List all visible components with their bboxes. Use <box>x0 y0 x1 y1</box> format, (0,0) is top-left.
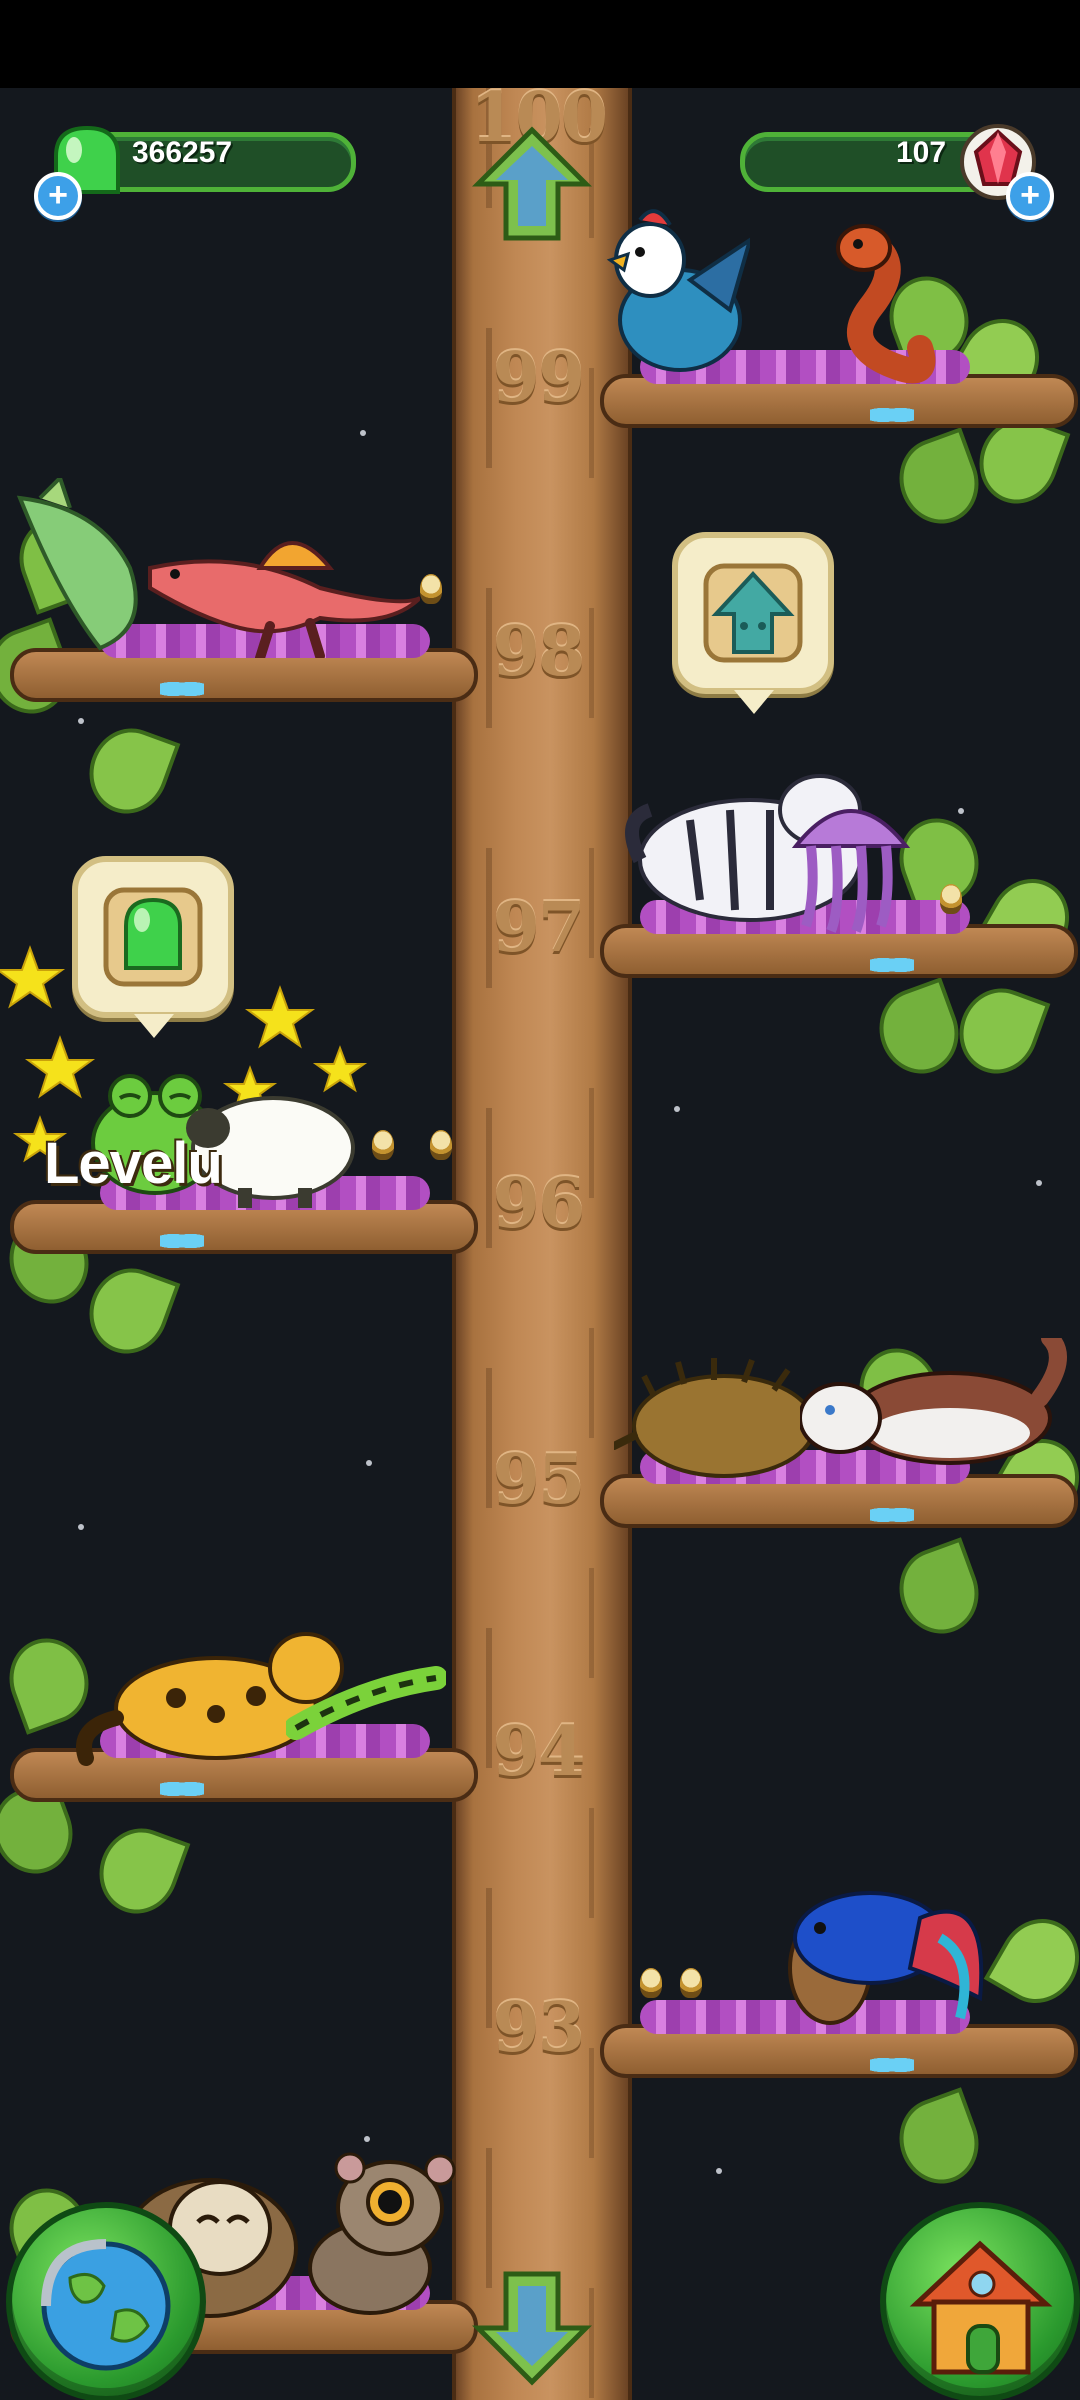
green-caterpillar-creature[interactable] <box>286 1658 446 1748</box>
level-number-99: 99 <box>492 338 586 418</box>
down-arrow-icon <box>472 2271 592 2386</box>
leaf <box>887 2087 991 2195</box>
leaf <box>947 977 1051 1085</box>
betta-fish-creature[interactable] <box>790 1878 990 2028</box>
butterfly <box>160 1778 204 1800</box>
sprout <box>372 1130 394 1160</box>
world-map-button[interactable] <box>6 2202 206 2400</box>
rooster-dragon-creature[interactable] <box>600 200 750 380</box>
leaf <box>867 977 971 1085</box>
level-number-94: 94 <box>492 1712 586 1792</box>
pink-spinosaurus-creature[interactable] <box>120 508 420 658</box>
leaf <box>77 1257 181 1365</box>
gem-count: 107 <box>896 136 947 169</box>
leaf <box>887 1537 991 1645</box>
scroll-down-button[interactable] <box>472 2268 592 2388</box>
level-number-93: 93 <box>492 1988 586 2068</box>
level-number-95: 95 <box>492 1440 586 1520</box>
level-number-98: 98 <box>492 612 586 692</box>
jelly-bubble[interactable] <box>72 856 234 1038</box>
sprout <box>680 1968 702 1998</box>
purple-jellyfish-creature[interactable] <box>786 776 916 936</box>
star-dot <box>78 1524 84 1530</box>
star-dot <box>78 718 84 724</box>
leaf <box>77 717 181 825</box>
jelly-count: 366257 <box>132 136 233 169</box>
butterfly <box>160 678 204 700</box>
star-dot <box>366 1460 372 1466</box>
butterfly <box>870 1504 914 1526</box>
scroll-up-button[interactable] <box>472 124 592 244</box>
add-jelly-button[interactable]: + <box>34 172 82 220</box>
butterfly <box>870 954 914 976</box>
butterfly <box>160 1230 204 1252</box>
level-number-96: 96 <box>492 1164 586 1244</box>
butterfly <box>870 404 914 426</box>
level-number-97: 97 <box>492 888 586 968</box>
home-button[interactable] <box>880 2202 1080 2400</box>
sprout <box>430 1130 452 1160</box>
house-icon <box>909 2240 1053 2375</box>
level-up-text: Levelu <box>44 1131 223 1196</box>
upgrade-arrow-icon <box>703 563 803 663</box>
up-arrow-icon <box>472 126 592 241</box>
tarsier-creature[interactable] <box>290 2148 470 2318</box>
upgrade-bubble[interactable] <box>672 532 834 714</box>
leaf <box>87 1817 191 1925</box>
star-dot <box>958 808 964 814</box>
star-dot <box>716 2168 722 2174</box>
brown-echidna-creature[interactable] <box>614 1356 814 1486</box>
star-dot <box>364 2136 370 2142</box>
star-dot <box>360 430 366 436</box>
status-bar <box>0 0 1080 88</box>
add-gem-button[interactable]: + <box>1006 172 1054 220</box>
sprout <box>940 884 962 914</box>
tree-scene[interactable]: 100 99 98 97 96 95 94 93 Levelu 366257 +… <box>0 88 1080 2400</box>
star-dot <box>1036 1180 1042 1186</box>
red-eel-creature[interactable] <box>820 218 940 388</box>
globe-icon <box>41 2239 171 2371</box>
butterfly <box>870 2054 914 2076</box>
leaf <box>983 1904 1080 2018</box>
leaf <box>887 427 991 535</box>
star-dot <box>674 1106 680 1112</box>
jelly-drop-icon <box>103 887 203 987</box>
sprout <box>420 574 442 604</box>
husky-creature[interactable] <box>800 1338 1070 1478</box>
sprout <box>640 1968 662 1998</box>
